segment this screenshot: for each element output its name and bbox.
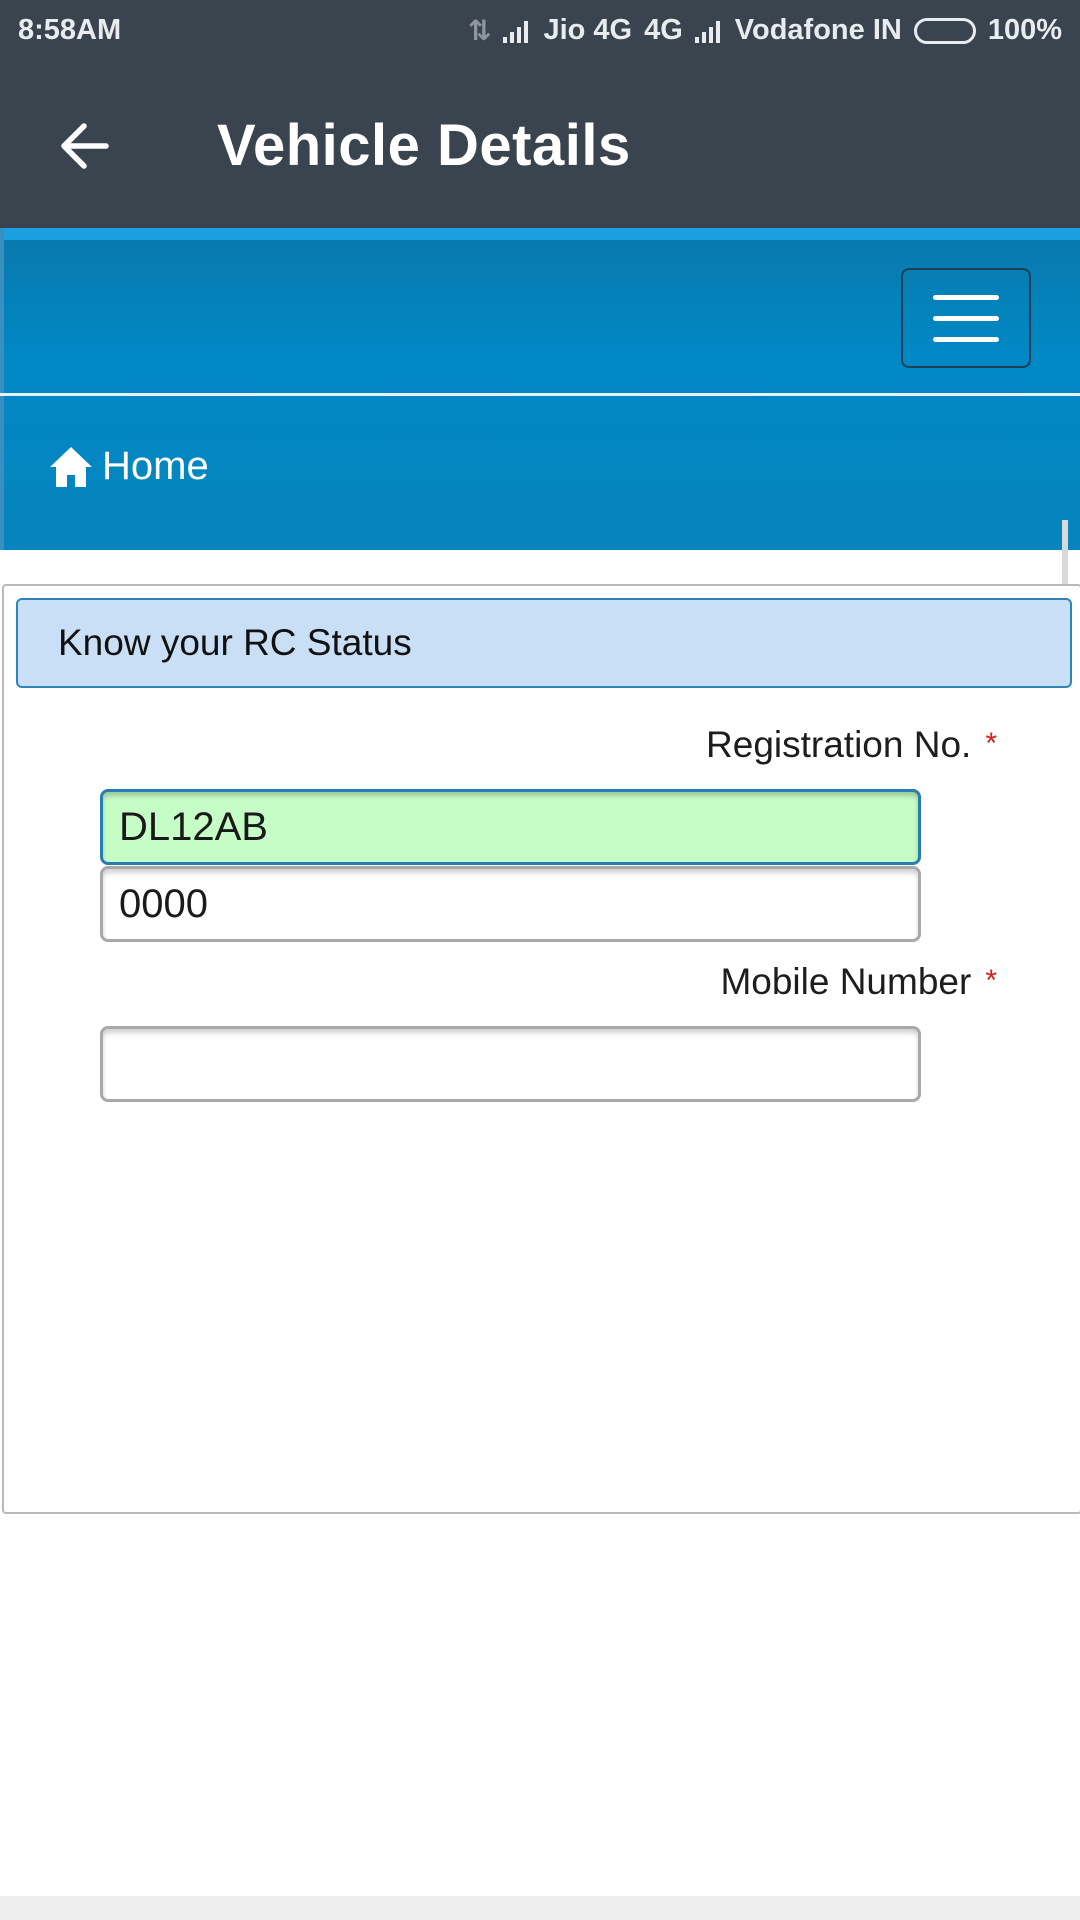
battery-icon [913,17,976,44]
required-mark: * [985,964,997,997]
signal-icon [503,19,531,43]
registration-part1-input[interactable] [100,789,921,865]
breadcrumb-home[interactable]: Home [102,444,209,489]
header-left-edge [0,228,4,550]
mobile-number-input[interactable] [100,1026,921,1102]
bottom-edge [0,1896,1080,1920]
status-indicators: ⇅ Jio 4G 4G Vodafone IN 100% [456,14,1062,47]
back-button[interactable] [52,114,116,178]
network-type: 4G [644,14,683,46]
status-time: 8:58AM [18,14,122,46]
hamburger-menu-icon [933,294,999,300]
panel-heading: Know your RC Status [16,598,1072,688]
carrier-1: Jio 4G [543,14,633,46]
battery-level: 100% [987,14,1062,46]
signal-icon [694,19,723,43]
page-title: Vehicle Details [217,113,631,178]
required-mark: * [985,727,997,760]
mobile-label: Mobile Number * [720,961,997,1002]
carrier-2: Vodafone IN [734,14,902,46]
home-icon [48,445,94,489]
registration-part2-input[interactable] [100,866,921,942]
registration-label: Registration No. * [706,724,997,765]
rc-status-panel: Know your RC Status Registration No.* Mo… [2,584,1080,1514]
hamburger-menu-button[interactable] [901,268,1031,368]
breadcrumb[interactable]: Home [48,444,209,489]
status-bar: 8:58AM ⇅ Jio 4G 4G Vodafone IN 100% [0,0,1080,60]
back-arrow-icon [61,123,109,169]
app-bar: Vehicle Details [0,60,1080,228]
site-header: Home [0,228,1080,550]
data-transfer-icon: ⇅ [467,15,492,46]
header-divider [0,393,1080,396]
header-accent-line [0,228,1080,240]
